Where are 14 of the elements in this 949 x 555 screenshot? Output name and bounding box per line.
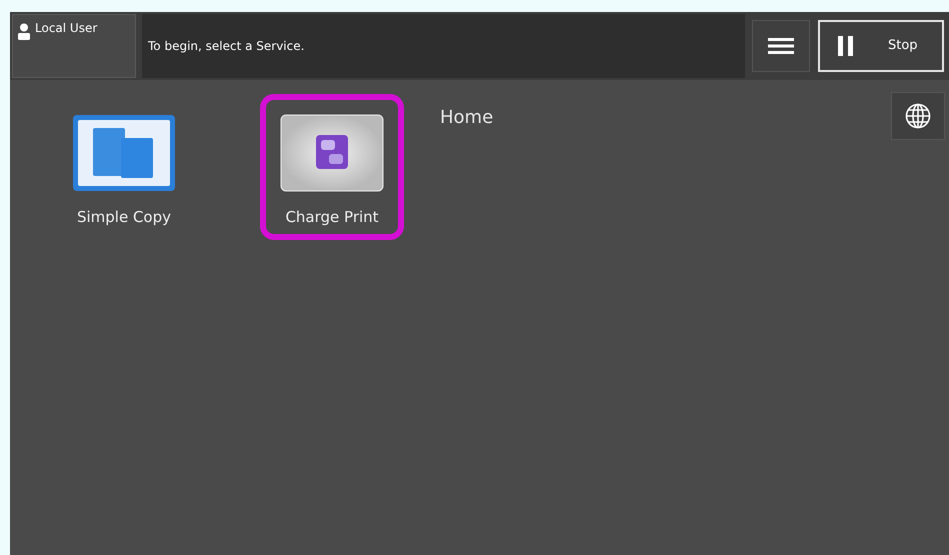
app-tile[interactable]: Charge Print xyxy=(260,94,404,240)
app-tile[interactable]: Simple Copy xyxy=(52,94,196,240)
status-message: To begin, select a Service. xyxy=(148,38,304,55)
user-button[interactable]: Local User xyxy=(12,14,136,78)
person-icon xyxy=(17,23,31,41)
page-title: Home xyxy=(440,106,494,130)
copy-app-icon xyxy=(72,114,176,192)
language-button[interactable] xyxy=(891,92,945,140)
pause-icon xyxy=(838,36,854,56)
menu-button[interactable] xyxy=(752,20,810,72)
stop-button[interactable]: Stop xyxy=(818,20,944,72)
charge-print-app-icon xyxy=(280,114,384,192)
menu-icon xyxy=(768,37,794,55)
globe-icon xyxy=(905,103,931,129)
